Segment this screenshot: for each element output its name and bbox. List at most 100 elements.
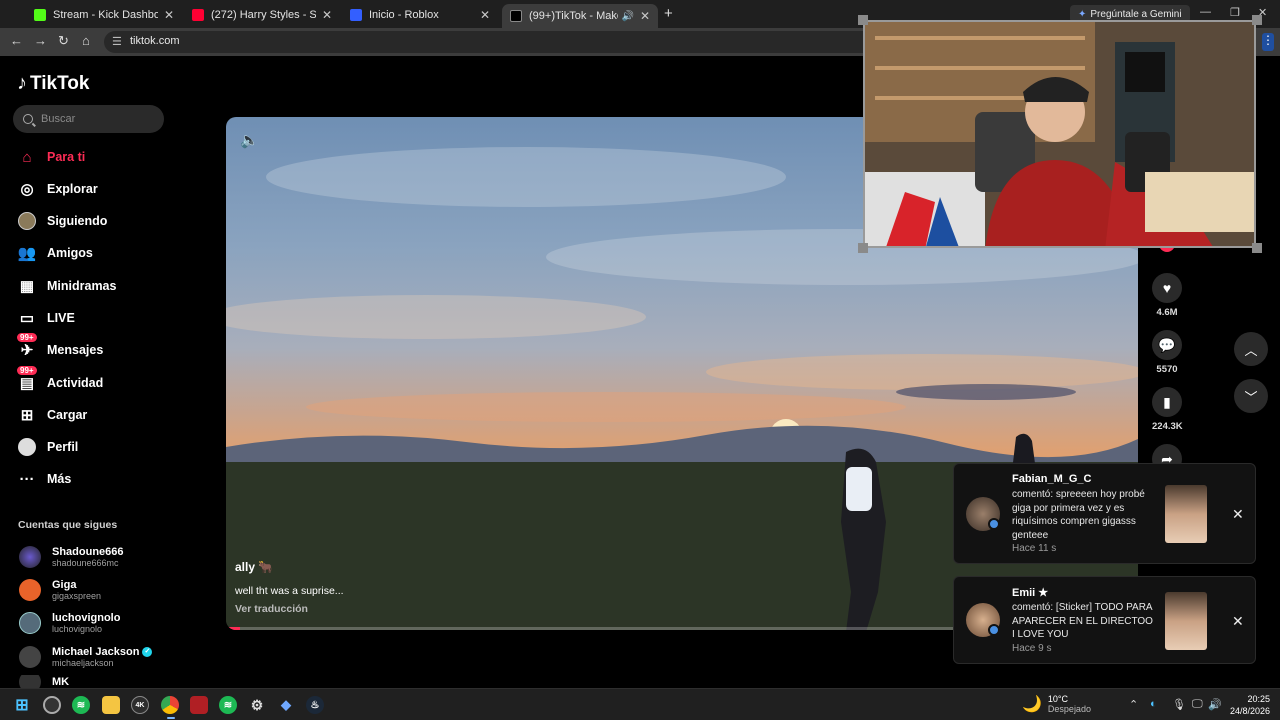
chrome-icon[interactable]	[161, 696, 179, 714]
video-progress-fill	[226, 627, 240, 630]
settings-icon[interactable]: ⚙	[248, 696, 266, 714]
close-icon[interactable]: ✕	[1232, 613, 1244, 630]
maximize-button[interactable]: ❐	[1230, 6, 1240, 19]
previous-video-button[interactable]: ︿	[1234, 332, 1268, 366]
system-clock[interactable]: 20:25 24/8/2026	[1228, 693, 1270, 717]
reload-button[interactable]: ↻	[58, 33, 69, 49]
tiktok-note-icon: ♪	[17, 72, 27, 94]
webcam-feed	[865, 22, 1254, 246]
tab-roblox[interactable]: Inicio - Roblox ✕	[342, 4, 498, 26]
video-thumbnail[interactable]	[1165, 485, 1207, 543]
profile-icon	[18, 438, 36, 456]
sidebar-item-minidramas[interactable]: ▦ Minidramas	[18, 274, 117, 298]
spotify-icon[interactable]: ≋	[72, 696, 90, 714]
home-button[interactable]: ⌂	[82, 33, 90, 48]
comment-icon: 💬	[1152, 330, 1182, 360]
sidebar-item-explorar[interactable]: ◎ Explorar	[18, 177, 97, 201]
following-account[interactable]: MK	[19, 675, 69, 689]
webcam-overlay[interactable]	[863, 20, 1256, 248]
video-description: well tht was a suprise...	[235, 585, 344, 597]
comment-notification[interactable]: Emii ★ comentó: [Sticker] TODO PARA APAR…	[953, 576, 1256, 664]
compass-icon: ◎	[20, 181, 34, 198]
app-icon[interactable]	[190, 696, 208, 714]
following-account[interactable]: Michael Jackson ✓ michaeljackson	[19, 642, 153, 672]
heart-icon: ♥	[1152, 273, 1182, 303]
kick-icon	[34, 9, 46, 21]
sidebar-item-amigos[interactable]: 👥 Amigos	[18, 241, 93, 265]
tiktok-logo[interactable]: ♪ TikTok	[17, 72, 89, 95]
steam-icon[interactable]: ♨	[306, 696, 324, 714]
sidebar-item-siguiendo[interactable]: Siguiendo	[18, 209, 107, 233]
chevron-up-icon[interactable]: ⌃	[1129, 698, 1138, 711]
comment-button[interactable]: 💬 5570	[1152, 330, 1182, 375]
windows-start-icon[interactable]: ⊞	[13, 696, 31, 714]
site-info-icon[interactable]: ☰	[112, 35, 122, 48]
next-video-button[interactable]: ﹀	[1234, 379, 1268, 413]
messages-icon: ✈ 99+	[17, 333, 37, 359]
forward-button[interactable]: →	[34, 33, 47, 48]
activity-icon: ▤ 99+	[17, 366, 37, 392]
following-section-title: Cuentas que sigues	[18, 519, 118, 531]
video-author[interactable]: ally 🐂	[235, 560, 273, 574]
speaker-icon[interactable]: 🔊	[1208, 698, 1222, 711]
like-button[interactable]: ♥ 4.6M	[1152, 273, 1182, 318]
resize-handle[interactable]	[1252, 15, 1262, 25]
film-icon: ▦	[19, 278, 35, 295]
tab-youtube[interactable]: (272) Harry Styles - Sign of the ✕	[184, 4, 340, 26]
bookmark-icon: ▮	[1152, 387, 1182, 417]
microphone-icon[interactable]: 🎙	[1172, 698, 1186, 711]
resize-handle[interactable]	[858, 243, 868, 253]
speaker-icon[interactable]: 🔊	[621, 11, 633, 22]
minimize-button[interactable]: —	[1200, 6, 1211, 18]
close-icon[interactable]: ✕	[164, 8, 174, 22]
following-account[interactable]: Giga gigaxspreen	[19, 575, 101, 605]
tab-kick[interactable]: Stream - Kick Dashboard ✕	[26, 4, 182, 26]
search-icon	[23, 114, 33, 124]
4k-app-icon[interactable]: 4K	[131, 696, 149, 714]
sidebar-item-mas[interactable]: ··· Más	[18, 467, 72, 491]
notification-badge: 99+	[17, 333, 37, 342]
sidebar-item-para-ti[interactable]: ⌂ Para ti	[18, 145, 85, 169]
moon-icon: 🌙	[1022, 696, 1042, 713]
obs-icon[interactable]	[43, 696, 61, 714]
vpn-icon[interactable]: ◆	[277, 696, 295, 714]
comment-notification[interactable]: Fabian_M_G_C comentó: spreeeen hoy probé…	[953, 463, 1256, 564]
save-button[interactable]: ▮ 224.3K	[1152, 387, 1183, 432]
tab-tiktok[interactable]: (99+)TikTok - Make Your Da 🔊 ✕	[502, 4, 658, 28]
resize-handle[interactable]	[858, 15, 868, 25]
volume-icon[interactable]: 🔈	[240, 131, 259, 149]
verified-icon: ✓	[142, 647, 153, 658]
back-button[interactable]: ←	[10, 33, 23, 48]
close-icon[interactable]: ✕	[640, 9, 650, 23]
following-account[interactable]: luchovignolo luchovignolo	[19, 608, 120, 638]
sidebar-item-cargar[interactable]: ⊞ Cargar	[18, 403, 88, 427]
new-tab-button[interactable]: +	[664, 5, 673, 22]
upload-icon: ⊞	[20, 407, 34, 424]
following-account[interactable]: Shadoune666 shadoune666mc	[19, 542, 124, 572]
sidebar-item-actividad[interactable]: ▤ 99+ Actividad	[17, 366, 103, 395]
verified-icon	[988, 624, 1000, 636]
sidebar-item-perfil[interactable]: Perfil	[18, 435, 78, 459]
avatar	[19, 646, 41, 668]
more-icon: ···	[19, 470, 35, 488]
search-input[interactable]: Buscar	[13, 105, 164, 133]
tiktok-icon	[510, 10, 522, 22]
friends-icon: 👥	[17, 245, 37, 262]
video-thumbnail[interactable]	[1165, 592, 1207, 650]
avatar	[19, 546, 41, 568]
sidebar-item-live[interactable]: ▭ LIVE	[18, 306, 75, 330]
browser-menu-button[interactable]: ⋮	[1262, 33, 1274, 51]
spotify-icon[interactable]: ≋	[219, 696, 237, 714]
weather-widget[interactable]: 🌙 10°C Despejado	[1022, 694, 1091, 714]
close-icon[interactable]: ✕	[322, 8, 332, 22]
edge-icon[interactable]: ◐	[1150, 698, 1157, 710]
roblox-icon	[350, 9, 362, 21]
network-icon[interactable]: 🖵	[1192, 698, 1203, 711]
file-explorer-icon[interactable]	[102, 696, 120, 714]
close-icon[interactable]: ✕	[480, 8, 490, 22]
resize-handle[interactable]	[1252, 243, 1262, 253]
close-icon[interactable]: ✕	[1232, 506, 1244, 523]
translate-link[interactable]: Ver traducción	[235, 603, 308, 615]
youtube-icon	[192, 9, 204, 21]
sidebar-item-mensajes[interactable]: ✈ 99+ Mensajes	[17, 333, 103, 362]
